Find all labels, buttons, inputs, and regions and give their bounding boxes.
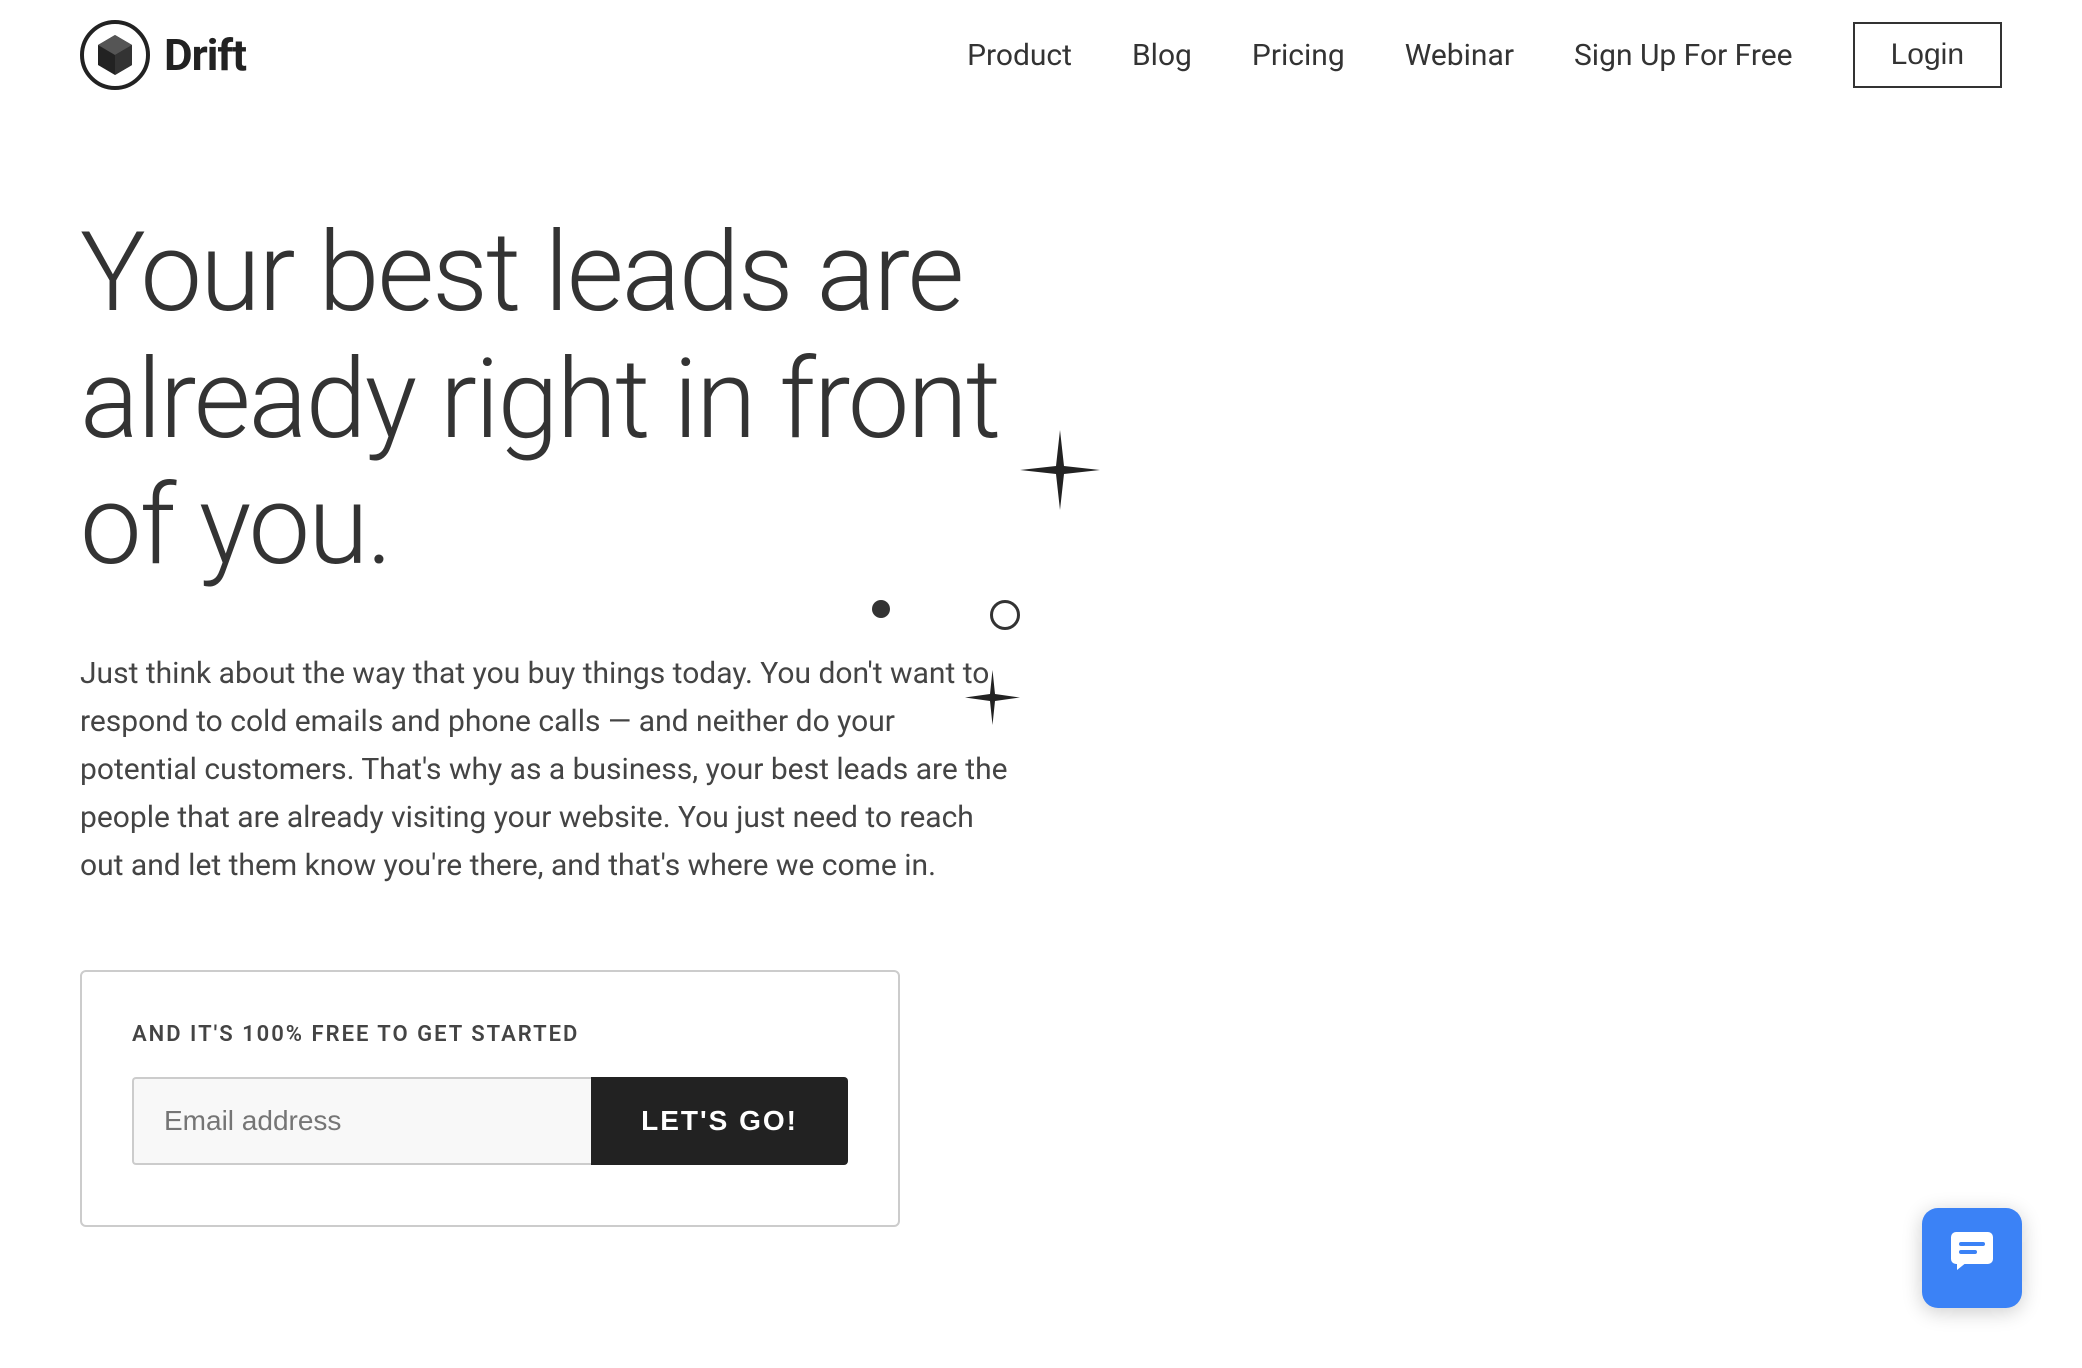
nav-product[interactable]: Product <box>967 38 1072 73</box>
drift-logo-icon <box>80 20 150 90</box>
sparkle-small-icon <box>965 670 1020 725</box>
cta-box: AND IT'S 100% FREE TO GET STARTED LET'S … <box>80 970 900 1227</box>
chat-icon <box>1947 1228 1997 1289</box>
main-content: Your best leads are already right in fro… <box>0 110 1800 1227</box>
decorative-dot <box>872 600 890 618</box>
hero-headline: Your best leads are already right in fro… <box>80 210 1030 590</box>
nav-pricing[interactable]: Pricing <box>1252 38 1345 73</box>
cta-form: LET'S GO! <box>132 1077 848 1165</box>
cta-label: AND IT'S 100% FREE TO GET STARTED <box>132 1022 848 1047</box>
login-button[interactable]: Login <box>1853 22 2002 88</box>
logo-area[interactable]: Drift <box>80 20 246 90</box>
sparkle-large-icon <box>1020 430 1100 510</box>
nav-blog[interactable]: Blog <box>1132 38 1192 73</box>
main-nav: Product Blog Pricing Webinar Sign Up For… <box>967 22 2002 88</box>
hero-subtext: Just think about the way that you buy th… <box>80 650 1010 890</box>
chat-widget[interactable] <box>1922 1208 2022 1308</box>
decorative-circle <box>990 600 1020 630</box>
nav-webinar[interactable]: Webinar <box>1405 38 1514 73</box>
header: Drift Product Blog Pricing Webinar Sign … <box>0 0 2082 110</box>
brand-name: Drift <box>164 29 246 81</box>
cta-submit-button[interactable]: LET'S GO! <box>591 1077 848 1165</box>
email-input[interactable] <box>132 1077 591 1165</box>
nav-signup[interactable]: Sign Up For Free <box>1574 38 1793 73</box>
